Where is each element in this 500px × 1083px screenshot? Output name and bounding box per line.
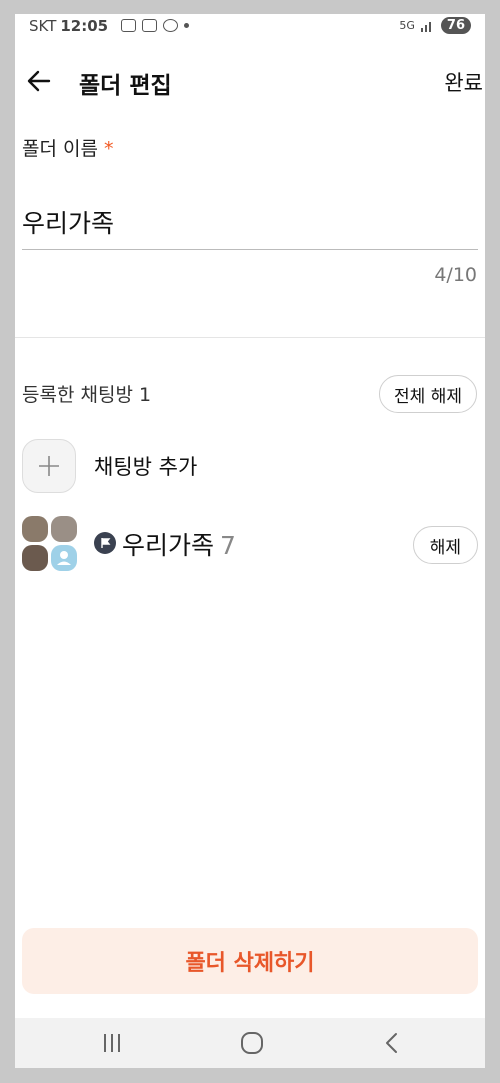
add-chatroom-label: 채팅방 추가 — [94, 455, 198, 479]
carrier-label: SKT — [29, 17, 57, 35]
nav-back-button[interactable] — [372, 1028, 412, 1058]
add-chatroom-button[interactable]: 채팅방 추가 — [22, 438, 197, 494]
unregister-button[interactable]: 해제 — [412, 526, 478, 564]
screen: SKT12:05 5G 76 폴더 편집 완료 폴더 이름* 4/10 등록 — [15, 14, 485, 1068]
back-arrow-icon — [27, 70, 51, 92]
chat-room-name: 우리가족 — [122, 531, 215, 560]
registered-chats-title: 등록한 채팅방 1 — [22, 384, 152, 406]
default-profile-icon — [51, 545, 77, 571]
home-button[interactable] — [232, 1028, 272, 1058]
more-notifications-icon — [184, 23, 189, 28]
status-right: 5G 76 — [399, 17, 471, 34]
recent-apps-icon — [104, 1034, 120, 1052]
status-carrier-time: SKT 12:05 — [29, 17, 108, 35]
app-bar: 폴더 편집 완료 — [15, 54, 485, 110]
delete-folder-button[interactable]: 폴더 삭제하기 — [22, 928, 478, 994]
section-divider — [15, 337, 485, 338]
chat-room-row: 우리가족 7 해제 — [22, 514, 478, 574]
clock: 12:05 — [60, 17, 109, 35]
member-photo-3 — [22, 545, 48, 571]
talk-icon — [163, 19, 178, 32]
nav-back-icon — [386, 1033, 397, 1053]
folder-name-input[interactable] — [22, 194, 478, 250]
chat-room-name-group: 우리가족 7 — [122, 526, 236, 562]
character-counter: 4/10 — [434, 264, 477, 286]
member-photo-2 — [51, 516, 77, 542]
network-label: 5G — [399, 19, 415, 32]
page-title: 폴더 편집 — [79, 73, 172, 99]
folder-name-label: 폴더 이름 * — [22, 134, 113, 161]
required-mark: * — [103, 138, 114, 160]
folder-name-label-text: 폴더 이름 — [22, 138, 98, 160]
signal-icon — [420, 21, 431, 32]
webtoon-icon — [121, 19, 136, 32]
flag-icon — [94, 532, 116, 554]
chat-room-avatar — [22, 516, 80, 574]
unregister-all-button[interactable]: 전체 해제 — [379, 375, 477, 413]
notification-icons — [121, 19, 189, 32]
plus-box — [22, 439, 76, 493]
done-button[interactable]: 완료 — [444, 67, 483, 97]
member-photo-1 — [22, 516, 48, 542]
status-bar: SKT 12:05 5G 76 — [15, 14, 485, 40]
plus-icon — [39, 456, 59, 476]
recent-apps-button[interactable] — [92, 1028, 132, 1058]
screenshot-icon — [142, 19, 157, 32]
battery-indicator: 76 — [440, 17, 471, 34]
member-count: 7 — [220, 531, 236, 560]
system-nav-bar — [15, 1018, 485, 1068]
back-button[interactable] — [25, 66, 55, 96]
home-icon — [241, 1032, 263, 1054]
